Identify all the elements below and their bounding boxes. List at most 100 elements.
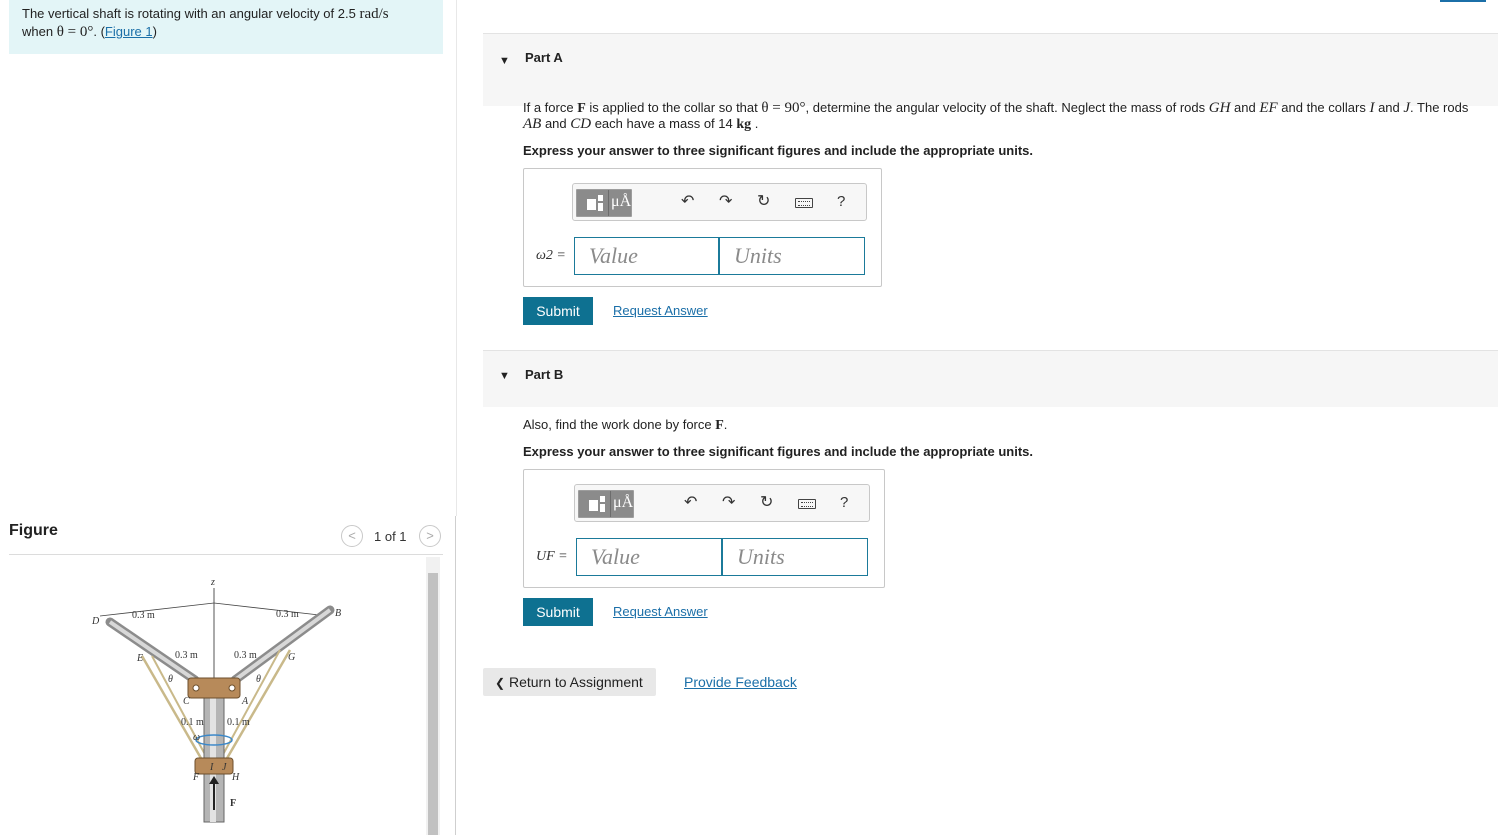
bottom-collar xyxy=(194,757,234,775)
help-icon[interactable]: ? xyxy=(840,494,848,512)
return-to-assignment-button[interactable]: ❮ Return to Assignment xyxy=(483,668,656,696)
keyboard-icon[interactable] xyxy=(795,198,813,208)
part-b-header[interactable]: ▼ Part B xyxy=(483,350,1498,407)
part-a-answer-box: μÅ ↶ ↷ ↻ ? ω2 = Value Units xyxy=(523,168,882,287)
part-a-submit-button[interactable]: Submit xyxy=(523,297,593,325)
panel-divider xyxy=(455,516,456,835)
intro-line-1: The vertical shaft is rotating with an a… xyxy=(22,6,389,23)
intro-line-2: when θ = 0°. (Figure 1) xyxy=(22,24,157,41)
label-F-collar: F xyxy=(192,772,200,783)
redo-icon[interactable]: ↷ xyxy=(719,193,732,211)
part-b-answer-box: μÅ ↶ ↷ ↻ ? UF = Value Units xyxy=(523,469,885,588)
part-a-title: Part A xyxy=(525,50,563,65)
label-dim-small-right: 0.1 m xyxy=(227,717,250,728)
template-icon xyxy=(587,199,596,210)
label-C: C xyxy=(183,696,190,707)
part-a-header[interactable]: ▼ Part A xyxy=(483,33,1498,106)
reset-icon[interactable]: ↻ xyxy=(757,193,770,211)
part-b-toolbar: μÅ ↶ ↷ ↻ ? xyxy=(574,484,870,522)
help-icon[interactable]: ? xyxy=(837,193,845,211)
label-omega: ω xyxy=(193,732,200,743)
figure-prev-button[interactable]: < xyxy=(341,525,363,547)
part-a-instruction: Express your answer to three significant… xyxy=(523,143,1033,158)
part-a-request-answer-link[interactable]: Request Answer xyxy=(613,303,708,318)
q-rod-ef: EF xyxy=(1259,100,1278,116)
redo-icon[interactable]: ↷ xyxy=(722,494,735,512)
templates-button[interactable]: μÅ xyxy=(578,490,634,518)
provide-feedback-link[interactable]: Provide Feedback xyxy=(684,674,797,690)
undo-icon[interactable]: ↶ xyxy=(681,193,694,211)
figure-next-button[interactable]: > xyxy=(419,525,441,547)
q-text: . The rods xyxy=(1410,100,1469,115)
q-rod-gh: GH xyxy=(1208,100,1231,116)
template-icon xyxy=(589,500,598,511)
rod-EF xyxy=(140,655,204,761)
part-a-units-input[interactable]: Units xyxy=(719,237,865,275)
part-b-submit-button[interactable]: Submit xyxy=(523,598,593,626)
collapse-triangle-icon[interactable]: ▼ xyxy=(499,55,510,67)
label-J: J xyxy=(222,762,227,773)
q-text: each have a mass of 14 xyxy=(591,116,737,131)
label-dim-small-left: 0.1 m xyxy=(181,717,204,728)
return-label: Return to Assignment xyxy=(508,674,643,690)
part-b-value-input[interactable]: Value xyxy=(576,538,722,576)
label-dim-inner-left: 0.3 m xyxy=(175,650,198,661)
part-b-title: Part B xyxy=(525,367,564,382)
intro-paren-open: . ( xyxy=(93,24,105,39)
q-text: and xyxy=(1230,100,1260,115)
scrollbar-thumb[interactable] xyxy=(428,573,438,835)
label-E: E xyxy=(136,653,143,664)
intro-text: The vertical shaft is rotating with an a… xyxy=(22,6,360,21)
part-a-variable-label: ω2 = xyxy=(536,248,566,263)
units-symbol-icon: μÅ xyxy=(613,494,634,511)
part-a-value-input[interactable]: Value xyxy=(574,237,719,275)
intro-unit: rad/s xyxy=(359,6,389,22)
label-z: z xyxy=(210,577,215,588)
figure-divider xyxy=(9,554,443,555)
q-text: Also, find the work done by force xyxy=(523,417,716,432)
reset-icon[interactable]: ↻ xyxy=(760,494,773,512)
chevron-left-icon: ❮ xyxy=(495,676,506,690)
q-rod-ab: AB xyxy=(523,116,542,132)
q-force: F xyxy=(577,101,586,116)
part-b-instruction: Express your answer to three significant… xyxy=(523,444,1033,459)
q-text: , determine the angular velocity of the … xyxy=(805,100,1209,115)
problem-intro: The vertical shaft is rotating with an a… xyxy=(9,0,443,54)
q-text: and xyxy=(1374,100,1404,115)
units-symbol-icon: μÅ xyxy=(611,193,632,210)
label-theta-left: θ xyxy=(168,674,173,685)
label-theta-right: θ xyxy=(256,674,261,685)
figure-diagram: z D B 0.3 m 0.3 m E G 0.3 m 0.3 m θ θ C … xyxy=(91,577,341,823)
part-b-variable-label: UF = xyxy=(536,549,568,564)
q-text: and the collars xyxy=(1277,100,1370,115)
panel-divider-top xyxy=(456,0,457,516)
templates-button[interactable]: μÅ xyxy=(576,189,632,217)
figure-scrollbar[interactable] xyxy=(426,557,440,835)
q-text: and xyxy=(541,116,571,131)
label-force: F xyxy=(230,798,236,809)
q-text: If a force xyxy=(523,100,578,115)
q-theta: θ = 90° xyxy=(761,100,806,116)
intro-theta: θ = 0° xyxy=(56,24,94,40)
undo-icon[interactable]: ↶ xyxy=(684,494,697,512)
q-text: . xyxy=(751,116,759,131)
figure-counter: 1 of 1 xyxy=(374,529,407,544)
label-dim-outer-left: 0.3 m xyxy=(132,610,155,621)
top-right-tab-indicator xyxy=(1440,0,1486,2)
part-a-toolbar: μÅ ↶ ↷ ↻ ? xyxy=(572,183,867,221)
part-a-question-line-2: AB and CD each have a mass of 14 kg . xyxy=(523,116,758,133)
figure-heading: Figure xyxy=(9,522,58,539)
intro-paren-close: ) xyxy=(152,24,157,39)
keyboard-icon[interactable] xyxy=(798,499,816,509)
label-D: D xyxy=(91,616,100,627)
part-b-request-answer-link[interactable]: Request Answer xyxy=(613,604,708,619)
q-unit-kg: kg xyxy=(736,117,752,132)
intro-when: when xyxy=(22,24,57,39)
q-force: F xyxy=(715,418,724,433)
q-text: is applied to the collar so that xyxy=(585,100,762,115)
label-H: H xyxy=(231,772,240,783)
part-a-question-line-1: If a force F is applied to the collar so… xyxy=(523,100,1468,117)
collapse-triangle-icon[interactable]: ▼ xyxy=(499,370,510,382)
figure-link[interactable]: Figure 1 xyxy=(105,24,153,39)
part-b-units-input[interactable]: Units xyxy=(722,538,868,576)
